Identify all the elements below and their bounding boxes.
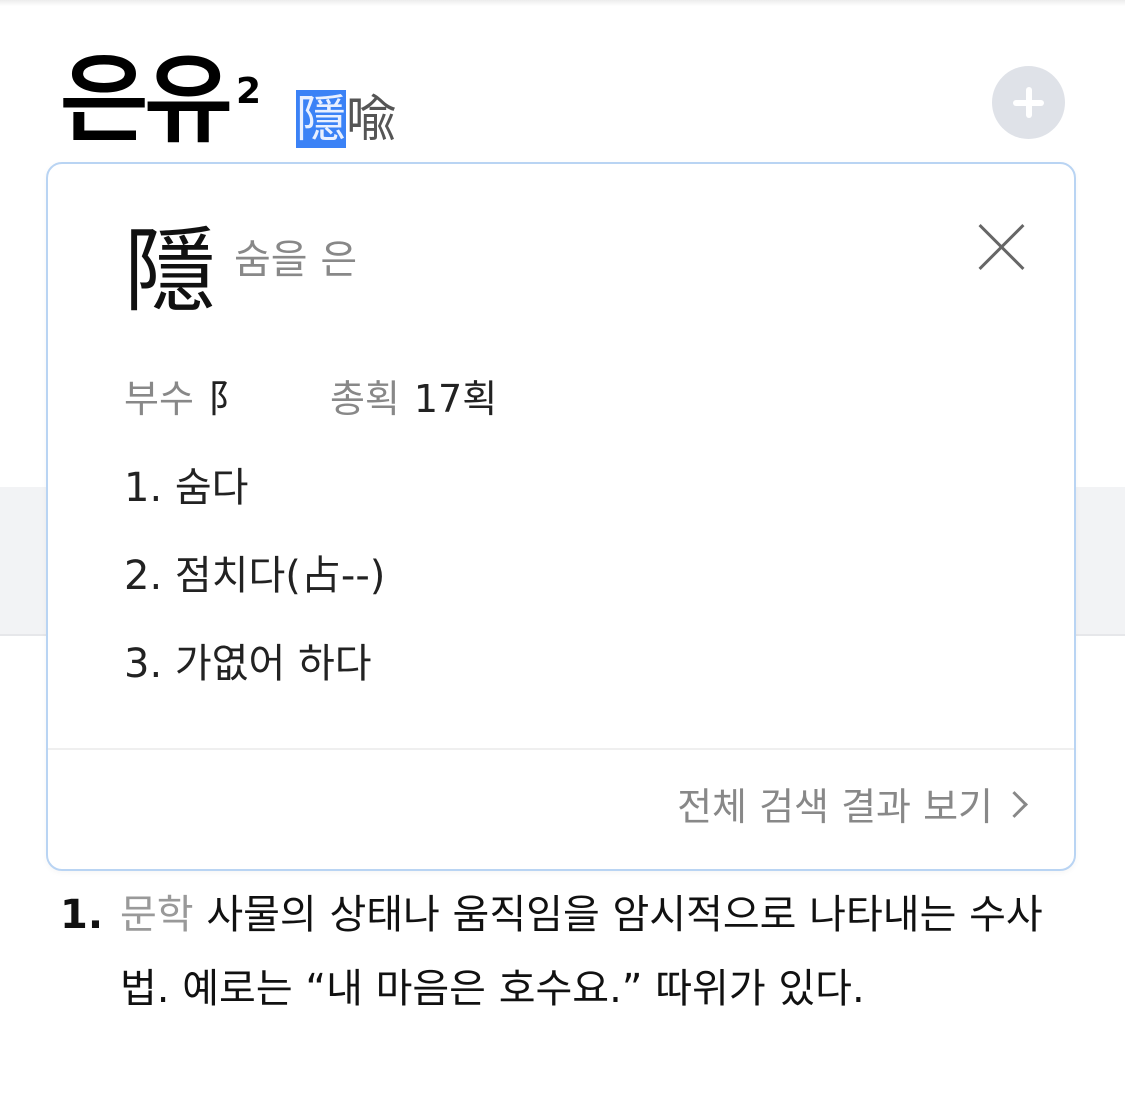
definition-text: 사물의 상태나 움직임을 암시적으로 나타내는 수사법. 예로는 “내 마음은 … bbox=[120, 892, 1043, 1012]
popup-character-meaning: 숨을 은 bbox=[234, 237, 358, 283]
list-item: 1. 숨다 bbox=[124, 465, 249, 511]
see-all-label: 전체 검색 결과 보기 bbox=[677, 785, 993, 829]
list-item: 2. 점치다(占--) bbox=[124, 553, 386, 599]
radical-value: 阝 bbox=[207, 377, 246, 421]
top-bar-shadow bbox=[0, 0, 1125, 6]
strokes-label: 총획 bbox=[329, 377, 400, 421]
definition-body: 문학 사물의 상태나 움직임을 암시적으로 나타내는 수사법. 예로는 “내 마… bbox=[120, 878, 1060, 1026]
hanja-word: 隱喩 bbox=[296, 90, 396, 148]
divider bbox=[48, 748, 1074, 750]
hanja-popup: 隱 숨을 은 부수 阝 총획 17획 1. 숨다 2. 점치다(占--) 3. 가엾어… bbox=[46, 162, 1076, 871]
see-all-results-link[interactable]: 전체 검색 결과 보기 bbox=[677, 785, 1028, 829]
dictionary-page: 은유 2 隱喩 隱 숨을 은 부수 阝 총획 17획 1. 숨다 2. 점치다(占--… bbox=[0, 0, 1125, 1117]
chevron-right-icon bbox=[1001, 791, 1028, 818]
radical-label: 부수 bbox=[124, 377, 194, 421]
headword: 은유 bbox=[60, 44, 233, 156]
close-icon[interactable] bbox=[976, 222, 1026, 272]
add-to-wordbook-button[interactable] bbox=[992, 66, 1065, 139]
list-item: 3. 가엾어 하다 bbox=[124, 641, 372, 687]
meaning-list: 1. 숨다 2. 점치다(占--) 3. 가엾어 하다 bbox=[124, 466, 385, 730]
strokes-value: 17획 bbox=[413, 377, 498, 421]
character-meta: 부수 阝 총획 17획 bbox=[124, 380, 497, 418]
popup-character: 隱 bbox=[124, 218, 217, 325]
homonym-number: 2 bbox=[236, 71, 262, 112]
hanja-char-selected[interactable]: 隱 bbox=[296, 90, 346, 148]
definition-number: 1. bbox=[60, 892, 104, 938]
hanja-char[interactable]: 喩 bbox=[346, 90, 396, 148]
category-label[interactable]: 문학 bbox=[120, 892, 194, 938]
